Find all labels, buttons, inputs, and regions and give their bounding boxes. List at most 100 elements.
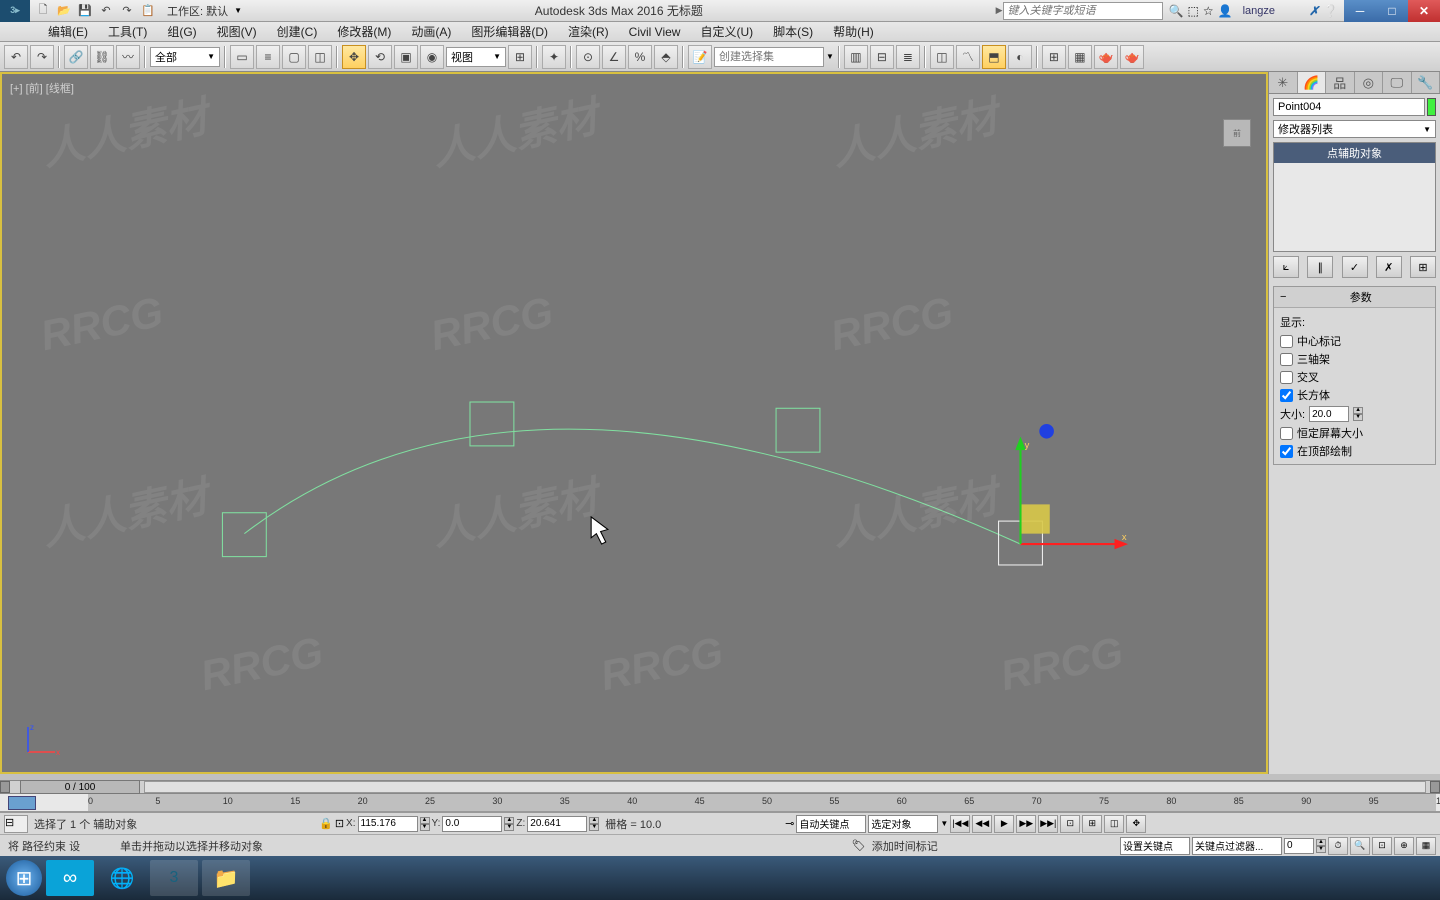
- mirror-button[interactable]: ▥: [844, 45, 868, 69]
- save-file-icon[interactable]: 💾: [76, 3, 94, 19]
- prev-frame-button[interactable]: ◀◀: [972, 815, 992, 833]
- time-config-button[interactable]: ⏱: [1328, 837, 1348, 855]
- cross-checkbox[interactable]: 交叉: [1280, 368, 1429, 386]
- x-coord-input[interactable]: [358, 816, 418, 832]
- display-tab[interactable]: 🖵: [1383, 72, 1412, 93]
- curve-editor-button[interactable]: 〽: [956, 45, 980, 69]
- menu-rendering[interactable]: 渲染(R): [558, 21, 619, 42]
- frame-spinner[interactable]: ▲▼: [1316, 839, 1326, 853]
- username-label[interactable]: langze: [1237, 5, 1281, 17]
- modifier-list-dropdown[interactable]: 修改器列表▼: [1273, 120, 1436, 138]
- menu-graph-editors[interactable]: 图形编辑器(D): [461, 21, 558, 42]
- object-color-swatch[interactable]: [1427, 98, 1436, 116]
- help-icon[interactable]: ❔: [1323, 4, 1338, 18]
- link-icon[interactable]: 📋: [139, 3, 157, 19]
- menu-help[interactable]: 帮助(H): [823, 21, 884, 42]
- start-button[interactable]: ⊞: [6, 860, 42, 896]
- size-spinner[interactable]: ▲▼: [1353, 407, 1363, 421]
- link-button[interactable]: 🔗: [64, 45, 88, 69]
- select-scale-button[interactable]: ▣: [394, 45, 418, 69]
- menu-maxscript[interactable]: 脚本(S): [763, 21, 823, 42]
- y-coord-input[interactable]: [442, 816, 502, 832]
- menu-customize[interactable]: 自定义(U): [690, 21, 763, 42]
- bind-spacewarp-button[interactable]: 〰: [116, 45, 140, 69]
- pan-button[interactable]: ✥: [1126, 815, 1146, 833]
- schematic-view-button[interactable]: ⬒: [982, 45, 1006, 69]
- x-spinner[interactable]: ▲▼: [420, 817, 430, 831]
- menu-animation[interactable]: 动画(A): [401, 21, 461, 42]
- render-setup-button[interactable]: ⊞: [1042, 45, 1066, 69]
- y-spinner[interactable]: ▲▼: [504, 817, 514, 831]
- key-target-dropdown[interactable]: 选定对象: [868, 815, 938, 833]
- current-frame-input[interactable]: [1284, 838, 1314, 854]
- make-unique-button[interactable]: ✓: [1342, 256, 1368, 278]
- percent-snap-button[interactable]: %: [628, 45, 652, 69]
- ref-coord-dropdown[interactable]: 视图▼: [446, 47, 506, 67]
- menu-edit[interactable]: 编辑(E): [38, 21, 98, 42]
- maxscript-mini-button[interactable]: ⊟: [4, 815, 28, 833]
- search-input[interactable]: [1003, 2, 1163, 20]
- object-name-input[interactable]: [1273, 98, 1425, 116]
- select-move-button[interactable]: ✥: [342, 45, 366, 69]
- window-crossing-button[interactable]: ◫: [308, 45, 332, 69]
- binoculars-icon[interactable]: 🔍: [1169, 4, 1184, 18]
- z-coord-input[interactable]: [527, 816, 587, 832]
- isolate-icon[interactable]: ⊡: [335, 817, 344, 830]
- menu-views[interactable]: 视图(V): [207, 21, 267, 42]
- layer-button[interactable]: ≣: [896, 45, 920, 69]
- x-icon[interactable]: ✗: [1309, 4, 1319, 18]
- undo-icon[interactable]: ↶: [97, 3, 115, 19]
- z-spinner[interactable]: ▲▼: [589, 817, 599, 831]
- select-region-button[interactable]: ▢: [282, 45, 306, 69]
- timeline-scrollbar[interactable]: [144, 781, 1426, 793]
- remove-modifier-button[interactable]: ✗: [1376, 256, 1402, 278]
- zoom-all-button[interactable]: ⊞: [1082, 815, 1102, 833]
- explorer-taskbar-icon[interactable]: 📁: [202, 860, 250, 896]
- unlink-button[interactable]: ⛓: [90, 45, 114, 69]
- timeline-scroll-left[interactable]: [0, 781, 10, 793]
- redo-icon[interactable]: ↷: [118, 3, 136, 19]
- 3dsmax-taskbar-icon[interactable]: 3: [150, 860, 198, 896]
- menu-group[interactable]: 组(G): [157, 21, 206, 42]
- pin-stack-button[interactable]: ⟀: [1273, 256, 1299, 278]
- viewport-canvas[interactable]: x y: [2, 74, 1266, 805]
- manipulate-button[interactable]: ✦: [542, 45, 566, 69]
- set-key-button[interactable]: 设置关键点: [1120, 837, 1190, 855]
- zoom-extents-button[interactable]: ⊡: [1060, 815, 1080, 833]
- nav-zoom-button[interactable]: 🔍: [1350, 837, 1370, 855]
- fov-button[interactable]: ◫: [1104, 815, 1124, 833]
- select-rotate-button[interactable]: ⟲: [368, 45, 392, 69]
- viewport[interactable]: [+] [前] [线框] 前 x y x z: [0, 72, 1268, 774]
- spinner-snap-button[interactable]: ⬘: [654, 45, 678, 69]
- goto-start-button[interactable]: |◀◀: [950, 815, 970, 833]
- modifier-stack-item[interactable]: 点辅助对象: [1274, 143, 1435, 163]
- rollout-header[interactable]: − 参数: [1274, 287, 1435, 308]
- nav-maximize-button[interactable]: ▦: [1416, 837, 1436, 855]
- window-minimize-button[interactable]: ─: [1344, 0, 1376, 22]
- trackbar-toggle[interactable]: [8, 796, 36, 810]
- hierarchy-tab[interactable]: 品: [1326, 72, 1355, 93]
- snap-toggle-button[interactable]: ⊙: [576, 45, 600, 69]
- render-button[interactable]: 🫖: [1094, 45, 1118, 69]
- time-slider[interactable]: 0 / 100: [20, 780, 140, 794]
- chrome-icon[interactable]: 🌐: [98, 860, 146, 896]
- box-checkbox[interactable]: 长方体: [1280, 386, 1429, 404]
- key-filters-button[interactable]: 关键点过滤器...: [1192, 837, 1282, 855]
- undo-button[interactable]: ↶: [4, 45, 28, 69]
- show-end-result-button[interactable]: ∥: [1307, 256, 1333, 278]
- next-frame-button[interactable]: ▶▶: [1016, 815, 1036, 833]
- window-maximize-button[interactable]: □: [1376, 0, 1408, 22]
- utilities-tab[interactable]: 🔧: [1412, 72, 1440, 93]
- star-icon[interactable]: ☆: [1203, 4, 1214, 18]
- create-tab[interactable]: ✳: [1269, 72, 1298, 93]
- add-time-tag[interactable]: 添加时间标记: [868, 838, 942, 854]
- play-button[interactable]: ▶: [994, 815, 1014, 833]
- menu-create[interactable]: 创建(C): [267, 21, 328, 42]
- time-ruler[interactable]: 0510152025303540455055606570758085909510…: [0, 794, 1440, 812]
- selection-set-input[interactable]: [714, 47, 824, 67]
- axis-tripod-checkbox[interactable]: 三轴架: [1280, 350, 1429, 368]
- select-place-button[interactable]: ◉: [420, 45, 444, 69]
- taskbar-app-1[interactable]: ∞: [46, 860, 94, 896]
- timeline-scroll-right[interactable]: [1430, 781, 1440, 793]
- window-close-button[interactable]: ✕: [1408, 0, 1440, 22]
